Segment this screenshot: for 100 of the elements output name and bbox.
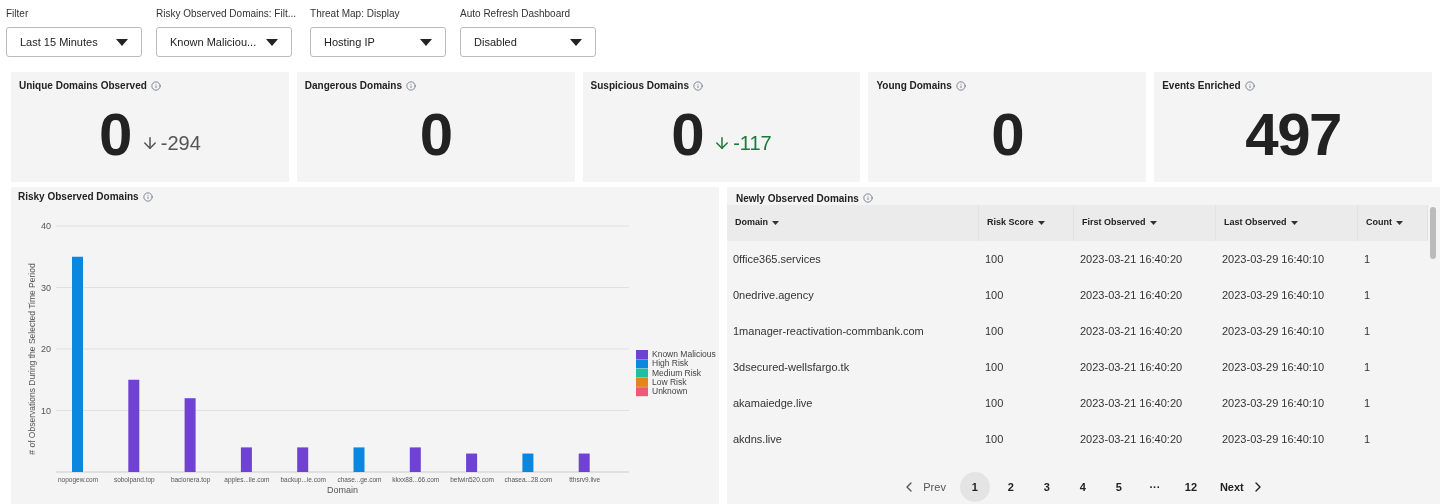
info-icon xyxy=(862,193,873,203)
column-header[interactable]: Last Observed xyxy=(1216,205,1358,241)
change-indicator: -294 xyxy=(140,127,201,158)
card-title: Young Domains xyxy=(876,79,952,93)
table-cell-text: 2023-03-29 16:40:10 xyxy=(1221,359,1326,375)
y-tick-label: 30 xyxy=(41,282,51,293)
table-cell-text: 2023-03-29 16:40:10 xyxy=(1221,395,1326,411)
info-icon xyxy=(955,80,966,91)
panel-title: Newly Observed Domains xyxy=(736,191,859,206)
table-cell-text: 100 xyxy=(984,287,1005,303)
table-cell-text: 2023-03-21 16:40:20 xyxy=(1079,323,1184,339)
table-cell-text: 1 xyxy=(1363,287,1372,303)
table-cell-text: 1 xyxy=(1363,395,1372,411)
table-cell-text: 0ffice365.services xyxy=(732,251,822,267)
info-icon xyxy=(406,80,417,91)
bar xyxy=(353,447,365,472)
caret-icon xyxy=(116,38,128,46)
legend-label: Unknown xyxy=(652,386,688,397)
card-title: Events Enriched xyxy=(1162,79,1241,93)
table-cell-text: 100 xyxy=(984,395,1005,411)
y-axis-label: # of Observations During the Selected Time Period xyxy=(27,263,37,455)
legend-label: Known Malicious xyxy=(652,349,716,359)
filter-label: Risky Observed Domains: Filt... xyxy=(156,7,297,21)
table-cell-text: 2023-03-29 16:40:10 xyxy=(1221,323,1326,339)
dropdown[interactable]: Hosting IP xyxy=(310,27,447,57)
table-cell-text: akdns.live xyxy=(732,431,783,447)
legend-label: High Risk xyxy=(652,358,689,369)
filter-label: Filter xyxy=(6,7,30,21)
table-cell-text: 100 xyxy=(984,359,1005,375)
caret-icon xyxy=(266,38,278,46)
page-button[interactable]: 2 xyxy=(995,472,1026,502)
panel-title: Risky Observed Domains xyxy=(18,190,139,204)
prev-button[interactable]: Prev xyxy=(893,478,954,496)
table-cell-text: 2023-03-21 16:40:20 xyxy=(1079,287,1184,303)
dropdown[interactable]: Known Maliciou... xyxy=(156,27,292,57)
table-cell-text: 1 xyxy=(1363,359,1372,375)
sort-icon xyxy=(1037,221,1045,225)
column-header[interactable]: First Observed xyxy=(1074,205,1216,241)
table-cell-text: 100 xyxy=(984,431,1005,447)
info-icon xyxy=(1244,80,1255,91)
caret-icon xyxy=(420,38,433,46)
bar xyxy=(297,447,309,472)
next-button[interactable]: Next xyxy=(1211,478,1274,496)
stat-value: 0 xyxy=(419,104,452,165)
bar xyxy=(466,453,478,472)
page-button[interactable]: 5 xyxy=(1103,472,1134,502)
stat-value: 497 xyxy=(1245,104,1341,165)
card-title: Unique Domains Observed xyxy=(19,79,147,93)
table-cell-text: 2023-03-21 16:40:20 xyxy=(1079,431,1184,447)
y-tick-label: 10 xyxy=(41,405,51,416)
filter-label: Auto Refresh Dashboard xyxy=(460,7,572,21)
dropdown[interactable]: Disabled xyxy=(460,27,597,57)
change-indicator: -117 xyxy=(713,127,772,158)
info-icon xyxy=(150,80,161,91)
table-cell-text: 3dsecured-wellsfargo.tk xyxy=(732,359,851,375)
stat-value: 0 xyxy=(98,104,131,165)
legend-label: Low Risk xyxy=(652,376,687,387)
caret-icon xyxy=(570,38,583,46)
info-icon xyxy=(692,80,703,91)
sort-icon xyxy=(1396,221,1403,225)
y-tick-label: 40 xyxy=(41,221,51,231)
dropdown[interactable]: Last 15 Minutes xyxy=(6,27,142,57)
bar xyxy=(578,453,590,472)
card-title: Dangerous Domains xyxy=(304,79,403,93)
info-icon xyxy=(142,191,153,202)
page-button[interactable]: 12 xyxy=(1175,472,1206,502)
sort-icon xyxy=(772,221,779,225)
table-cell-text: 100 xyxy=(984,323,1005,339)
column-header[interactable]: Count xyxy=(1358,205,1428,241)
table-cell-text: 2023-03-29 16:40:10 xyxy=(1221,251,1326,267)
table-cell-text: 2023-03-21 16:40:20 xyxy=(1079,251,1184,267)
table-cell-text: 1 xyxy=(1363,251,1372,267)
table-cell-text: 1 xyxy=(1363,323,1372,339)
table-cell-text: 100 xyxy=(984,251,1005,267)
sort-icon xyxy=(1290,221,1298,225)
column-header[interactable]: Domain xyxy=(727,205,979,241)
table-cell-text: 2023-03-21 16:40:20 xyxy=(1079,395,1184,411)
table-cell-text: 1 xyxy=(1363,431,1372,447)
table-cell-text: 2023-03-21 16:40:20 xyxy=(1079,359,1184,375)
bar xyxy=(409,447,421,472)
table-cell-text: 2023-03-29 16:40:10 xyxy=(1221,431,1326,447)
y-tick-label: 20 xyxy=(41,344,51,354)
page-button[interactable]: 4 xyxy=(1067,472,1098,502)
column-header[interactable]: Risk Score xyxy=(979,205,1074,241)
stat-value: 0 xyxy=(671,104,704,165)
x-axis-label: Domain xyxy=(327,485,358,495)
stat-value: 0 xyxy=(991,104,1024,165)
table-cell-text: 0nedrive.agency xyxy=(732,287,815,303)
page-button[interactable]: 3 xyxy=(1031,472,1062,502)
bar xyxy=(522,453,534,472)
table-cell-text: akamaiedge.live xyxy=(732,395,814,411)
table-cell-text: 1manager-reactivation-commbank.com xyxy=(732,323,925,339)
page-button[interactable]: ··· xyxy=(1139,472,1170,502)
sort-icon xyxy=(1149,221,1157,225)
card-title: Suspicious Domains xyxy=(590,79,689,93)
page-button[interactable]: 1 xyxy=(959,472,990,502)
scrollbar[interactable] xyxy=(1430,207,1436,259)
bar xyxy=(240,447,252,472)
legend-label: Medium Risk xyxy=(652,367,702,378)
filter-label: Threat Map: Display xyxy=(310,7,401,21)
